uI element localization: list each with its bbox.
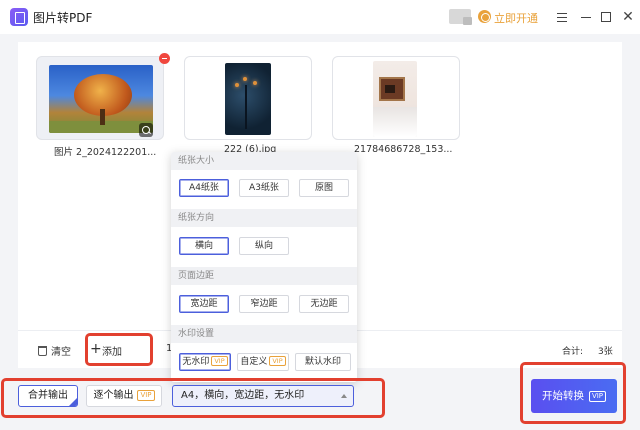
option-a3[interactable]: A3纸张 [239,179,289,197]
orientation-heading: 纸张方向 [171,209,357,227]
file-name: 21784686728_153... [354,144,453,155]
option-landscape[interactable]: 横向 [179,237,229,255]
option-wide-margin[interactable]: 宽边距 [179,295,229,313]
option-narrow-margin[interactable]: 窄边距 [239,295,289,313]
single-output-label: 逐个输出 [93,390,134,401]
watermark-heading: 水印设置 [171,325,357,343]
settings-dropdown: 纸张大小 A4纸张 A3纸张 原图 纸张方向 横向 纵向 页面边距 宽边距 窄边… [171,152,357,382]
option-original[interactable]: 原图 [299,179,349,197]
settings-select[interactable]: A4，横向，宽边距，无水印 [172,385,354,407]
merge-output-label: 合并输出 [28,390,68,401]
total-label: 合计: [562,347,584,357]
vip-open-link[interactable]: 立即开通 [494,10,538,26]
trash-icon [38,345,47,356]
clear-label: 清空 [51,347,71,358]
option-portrait[interactable]: 纵向 [239,237,289,255]
window-photo-image [373,61,417,137]
device-icon[interactable] [449,9,472,25]
vip-badge: VIP [588,391,607,402]
clear-button[interactable]: 清空 [38,343,71,358]
autumn-tree-image [49,65,153,133]
vip-badge: VIP [269,356,286,366]
menu-icon[interactable] [554,9,570,25]
close-icon[interactable]: ✕ [620,9,636,25]
minimize-icon[interactable] [578,9,594,25]
total-count: 3张 [598,347,613,357]
option-default-watermark[interactable]: 默认水印 [295,353,351,371]
file-card[interactable] [332,56,460,140]
window-title: 图片转PDF [33,11,93,25]
selected-corner-icon [68,397,77,406]
street-lamp-image [225,63,271,135]
settings-summary: A4，横向，宽边距，无水印 [181,390,305,401]
maximize-icon[interactable] [598,9,614,25]
title-bar: 图片转PDF 立即开通 ✕ [0,0,640,34]
single-output-button[interactable]: 逐个输出 VIP [86,385,162,407]
plus-icon: + [90,341,102,357]
margin-heading: 页面边距 [171,267,357,285]
vip-coin-icon[interactable] [478,10,491,23]
caret-up-icon [341,394,347,398]
add-label: 添加 [102,347,122,358]
app-logo-icon [10,8,28,26]
paper-size-heading: 纸张大小 [171,152,357,170]
option-no-watermark-label: 无水印 [182,357,210,367]
start-convert-button[interactable]: 开始转换 VIP [531,379,617,413]
app-window: 图片转PDF 立即开通 ✕ 图片 2_2024122201... 222 (6)… [0,0,640,430]
merge-output-button[interactable]: 合并输出 [18,385,78,407]
file-card[interactable] [36,53,170,140]
zoom-in-icon[interactable] [139,123,153,137]
file-card[interactable] [184,56,312,140]
vip-badge: VIP [137,390,155,401]
option-custom-watermark-label: 自定义 [240,357,268,367]
remove-icon[interactable] [159,53,170,64]
vip-badge: VIP [211,356,228,366]
option-no-watermark[interactable]: 无水印 VIP [179,353,231,371]
option-no-margin[interactable]: 无边距 [299,295,349,313]
start-convert-label: 开始转换 [541,390,584,402]
option-a4[interactable]: A4纸张 [179,179,229,197]
file-name: 图片 2_2024122201... [54,147,157,158]
option-custom-watermark[interactable]: 自定义 VIP [237,353,289,371]
add-button[interactable]: + 添加 [90,342,122,358]
